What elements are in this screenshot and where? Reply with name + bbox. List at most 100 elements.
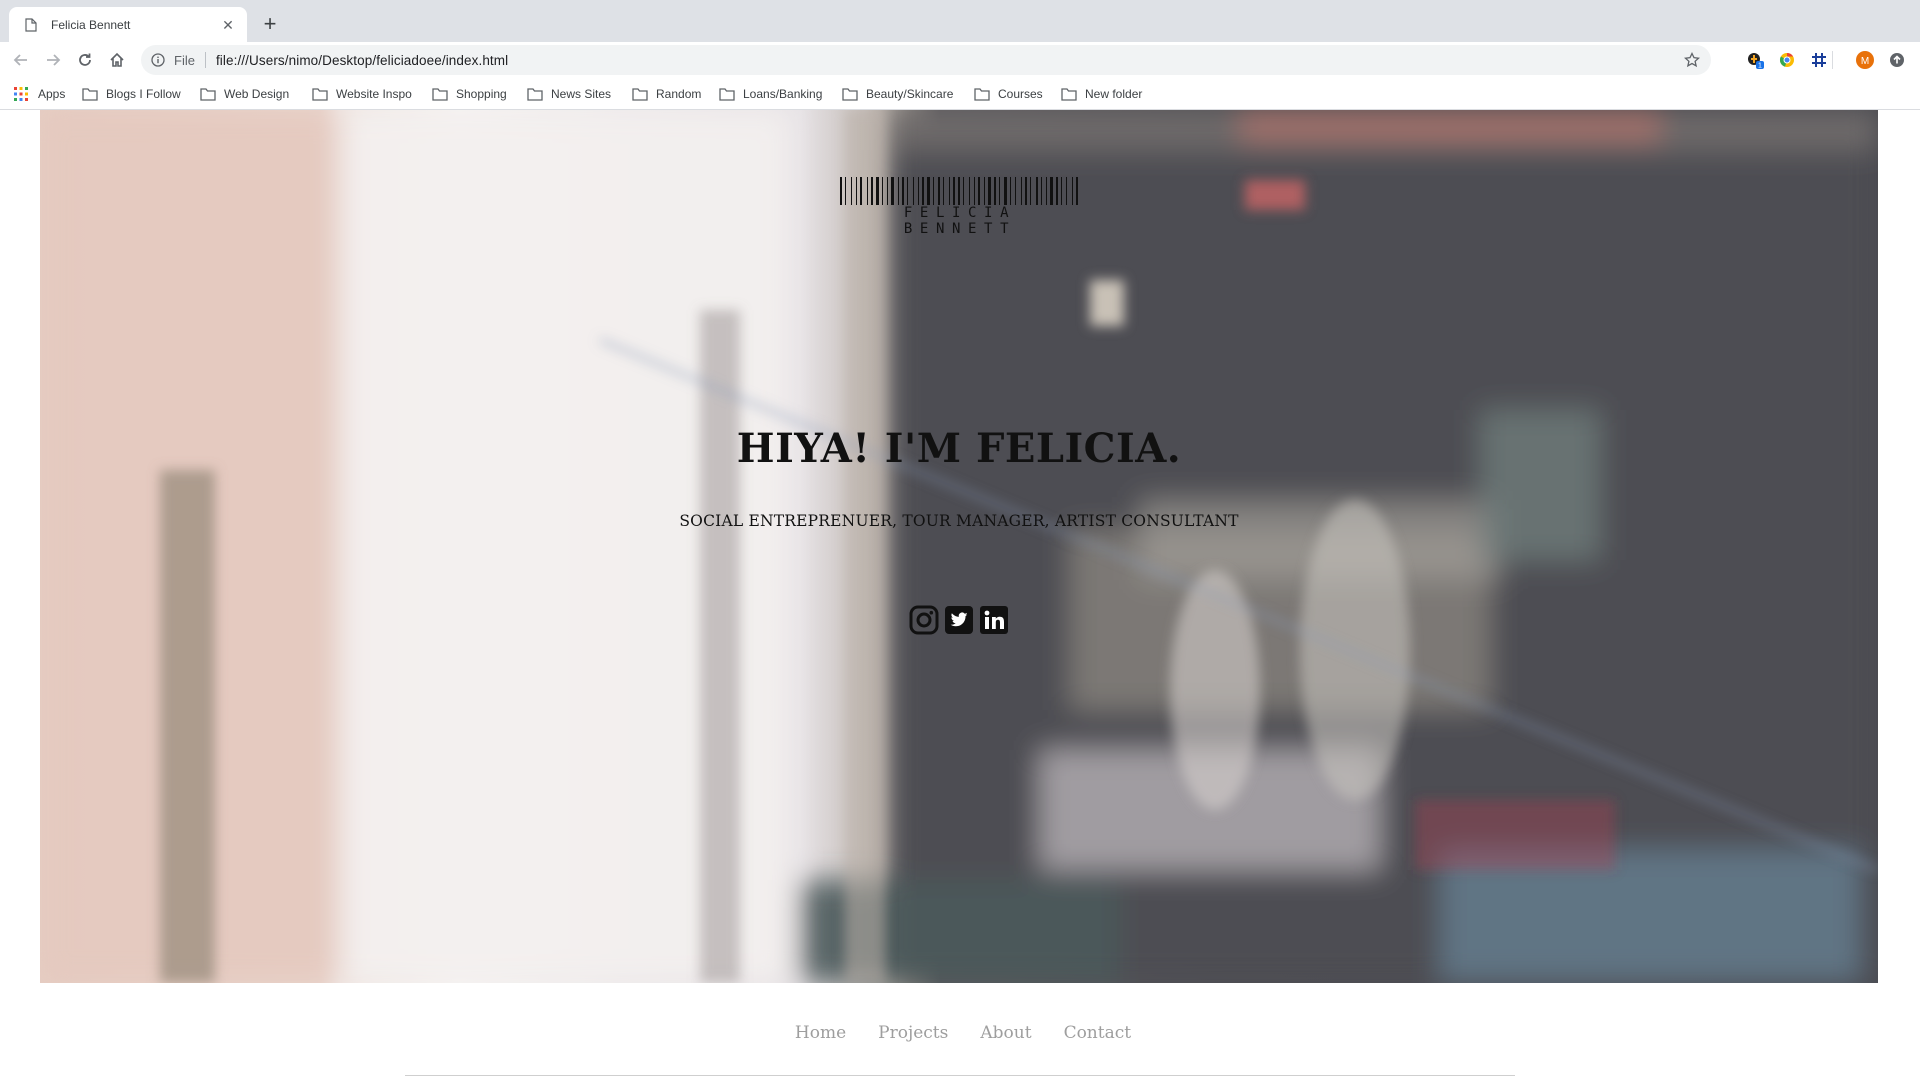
barcode-icon (840, 177, 1078, 205)
bookmark-folder[interactable]: Web Design (200, 82, 289, 106)
folder-icon (312, 87, 328, 101)
site-logo[interactable]: FELICIA BENNETT (840, 177, 1080, 237)
barcode-bar (1061, 177, 1062, 205)
folder-icon (527, 87, 543, 101)
bookmark-label: Website Inspo (336, 87, 412, 101)
barcode-bar (922, 177, 924, 205)
barcode-bar (1010, 177, 1011, 205)
nav-divider (405, 1075, 1515, 1076)
info-icon[interactable] (150, 52, 166, 68)
barcode-bar (994, 177, 996, 205)
home-icon[interactable] (104, 47, 130, 73)
reload-icon[interactable] (72, 47, 98, 73)
extension-honey-icon[interactable]: 1 (1746, 51, 1764, 69)
back-arrow-icon[interactable] (8, 47, 34, 73)
bookmark-folder[interactable]: Loans/Banking (719, 82, 822, 106)
barcode-bar (938, 177, 940, 205)
hero-section: FELICIA BENNETT HIYA! I'M FELICIA. SOCIA… (40, 110, 1878, 983)
barcode-bar (999, 177, 1000, 205)
plus-icon[interactable]: + (258, 11, 282, 37)
tab-strip: Felicia Bennett ✕ + (0, 0, 1920, 42)
bookmark-label: Courses (998, 87, 1043, 101)
folder-icon (632, 87, 648, 101)
barcode-bar (1030, 177, 1031, 205)
barcode-bar (860, 177, 862, 205)
linkedin-icon[interactable] (979, 605, 1009, 635)
hero-headline: HIYA! I'M FELICIA. (736, 425, 1182, 472)
barcode-bar (871, 177, 873, 205)
extension-upload-icon[interactable] (1888, 51, 1906, 69)
barcode-bar (1004, 177, 1007, 205)
page-icon (23, 17, 39, 33)
site-nav: Home Projects About Contact (0, 1023, 1920, 1043)
instagram-icon[interactable] (909, 605, 939, 635)
barcode-bar (1076, 177, 1078, 205)
bookmark-folder[interactable]: Courses (974, 82, 1043, 106)
toolbar-divider (1832, 51, 1833, 69)
barcode-bar (1041, 177, 1042, 205)
barcode-bar (949, 177, 950, 205)
barcode-bar (840, 177, 842, 205)
hero-subheadline: SOCIAL ENTREPRENUER, TOUR MANAGER, ARTIS… (679, 512, 1239, 530)
folder-icon (82, 87, 98, 101)
star-icon[interactable] (1683, 51, 1701, 69)
nav-link-home[interactable]: Home (795, 1023, 846, 1043)
barcode-bar (984, 177, 985, 205)
browser-toolbar: File file:///Users/nimo/Desktop/feliciad… (0, 42, 1920, 78)
omnibox-divider (204, 52, 206, 68)
forward-arrow-icon[interactable] (40, 47, 66, 73)
browser-tab[interactable]: Felicia Bennett ✕ (9, 7, 247, 42)
barcode-bar (907, 177, 908, 205)
bookmark-folder[interactable]: Random (632, 82, 701, 106)
extension-hashtag-icon[interactable] (1810, 51, 1828, 69)
nav-link-about[interactable]: About (980, 1023, 1031, 1043)
web-page: FELICIA BENNETT HIYA! I'M FELICIA. SOCIA… (0, 110, 1920, 1080)
nav-link-projects[interactable]: Projects (878, 1023, 948, 1043)
extension-chrome-icon[interactable] (1778, 51, 1796, 69)
barcode-bar (913, 177, 914, 205)
folder-icon (974, 87, 990, 101)
barcode-bar (969, 177, 970, 205)
twitter-icon[interactable] (944, 605, 974, 635)
folder-icon (842, 87, 858, 101)
barcode-bar (867, 177, 868, 205)
folder-icon (200, 87, 216, 101)
bookmark-folder[interactable]: Blogs I Follow (82, 82, 181, 106)
barcode-bar (845, 177, 846, 205)
barcode-bar (943, 177, 944, 205)
bookmark-folder[interactable]: Beauty/Skincare (842, 82, 953, 106)
barcode-bar (882, 177, 883, 205)
address-bar[interactable]: File file:///Users/nimo/Desktop/feliciad… (141, 45, 1711, 75)
barcode-bar (902, 177, 904, 205)
bookmark-folder[interactable]: Website Inspo (312, 82, 412, 106)
barcode-bar (1050, 177, 1053, 205)
bookmark-folder[interactable]: Shopping (432, 82, 507, 106)
barcode-bar (978, 177, 980, 205)
close-icon[interactable]: ✕ (219, 16, 237, 34)
barcode-bar (891, 177, 894, 205)
barcode-bar (974, 177, 975, 205)
bookmark-label: Random (656, 87, 702, 101)
hero-content: FELICIA BENNETT HIYA! I'M FELICIA. SOCIA… (40, 110, 1878, 983)
bookmark-label: Shopping (456, 87, 507, 101)
barcode-bar (963, 177, 964, 205)
bookmark-label: Blogs I Follow (106, 87, 181, 101)
folder-icon (432, 87, 448, 101)
bookmark-folder[interactable]: New folder (1061, 82, 1142, 106)
nav-link-contact[interactable]: Contact (1064, 1023, 1132, 1043)
barcode-bar (1056, 177, 1058, 205)
bookmark-folder[interactable]: News Sites (527, 82, 611, 106)
barcode-bar (876, 177, 879, 205)
barcode-bar (1046, 177, 1047, 205)
bookmark-apps[interactable]: Apps (14, 82, 65, 106)
avatar-initial: M (1861, 56, 1869, 67)
profile-avatar[interactable]: M (1856, 51, 1874, 69)
url-text[interactable]: file:///Users/nimo/Desktop/feliciadoee/i… (216, 53, 508, 68)
barcode-bar (918, 177, 919, 205)
barcode-bar (927, 177, 930, 205)
bookmark-label: Apps (38, 87, 66, 101)
logo-text: FELICIA BENNETT (903, 205, 1017, 237)
bookmark-label: Loans/Banking (743, 87, 823, 101)
barcode-bar (988, 177, 991, 205)
tab-title: Felicia Bennett (51, 17, 131, 32)
